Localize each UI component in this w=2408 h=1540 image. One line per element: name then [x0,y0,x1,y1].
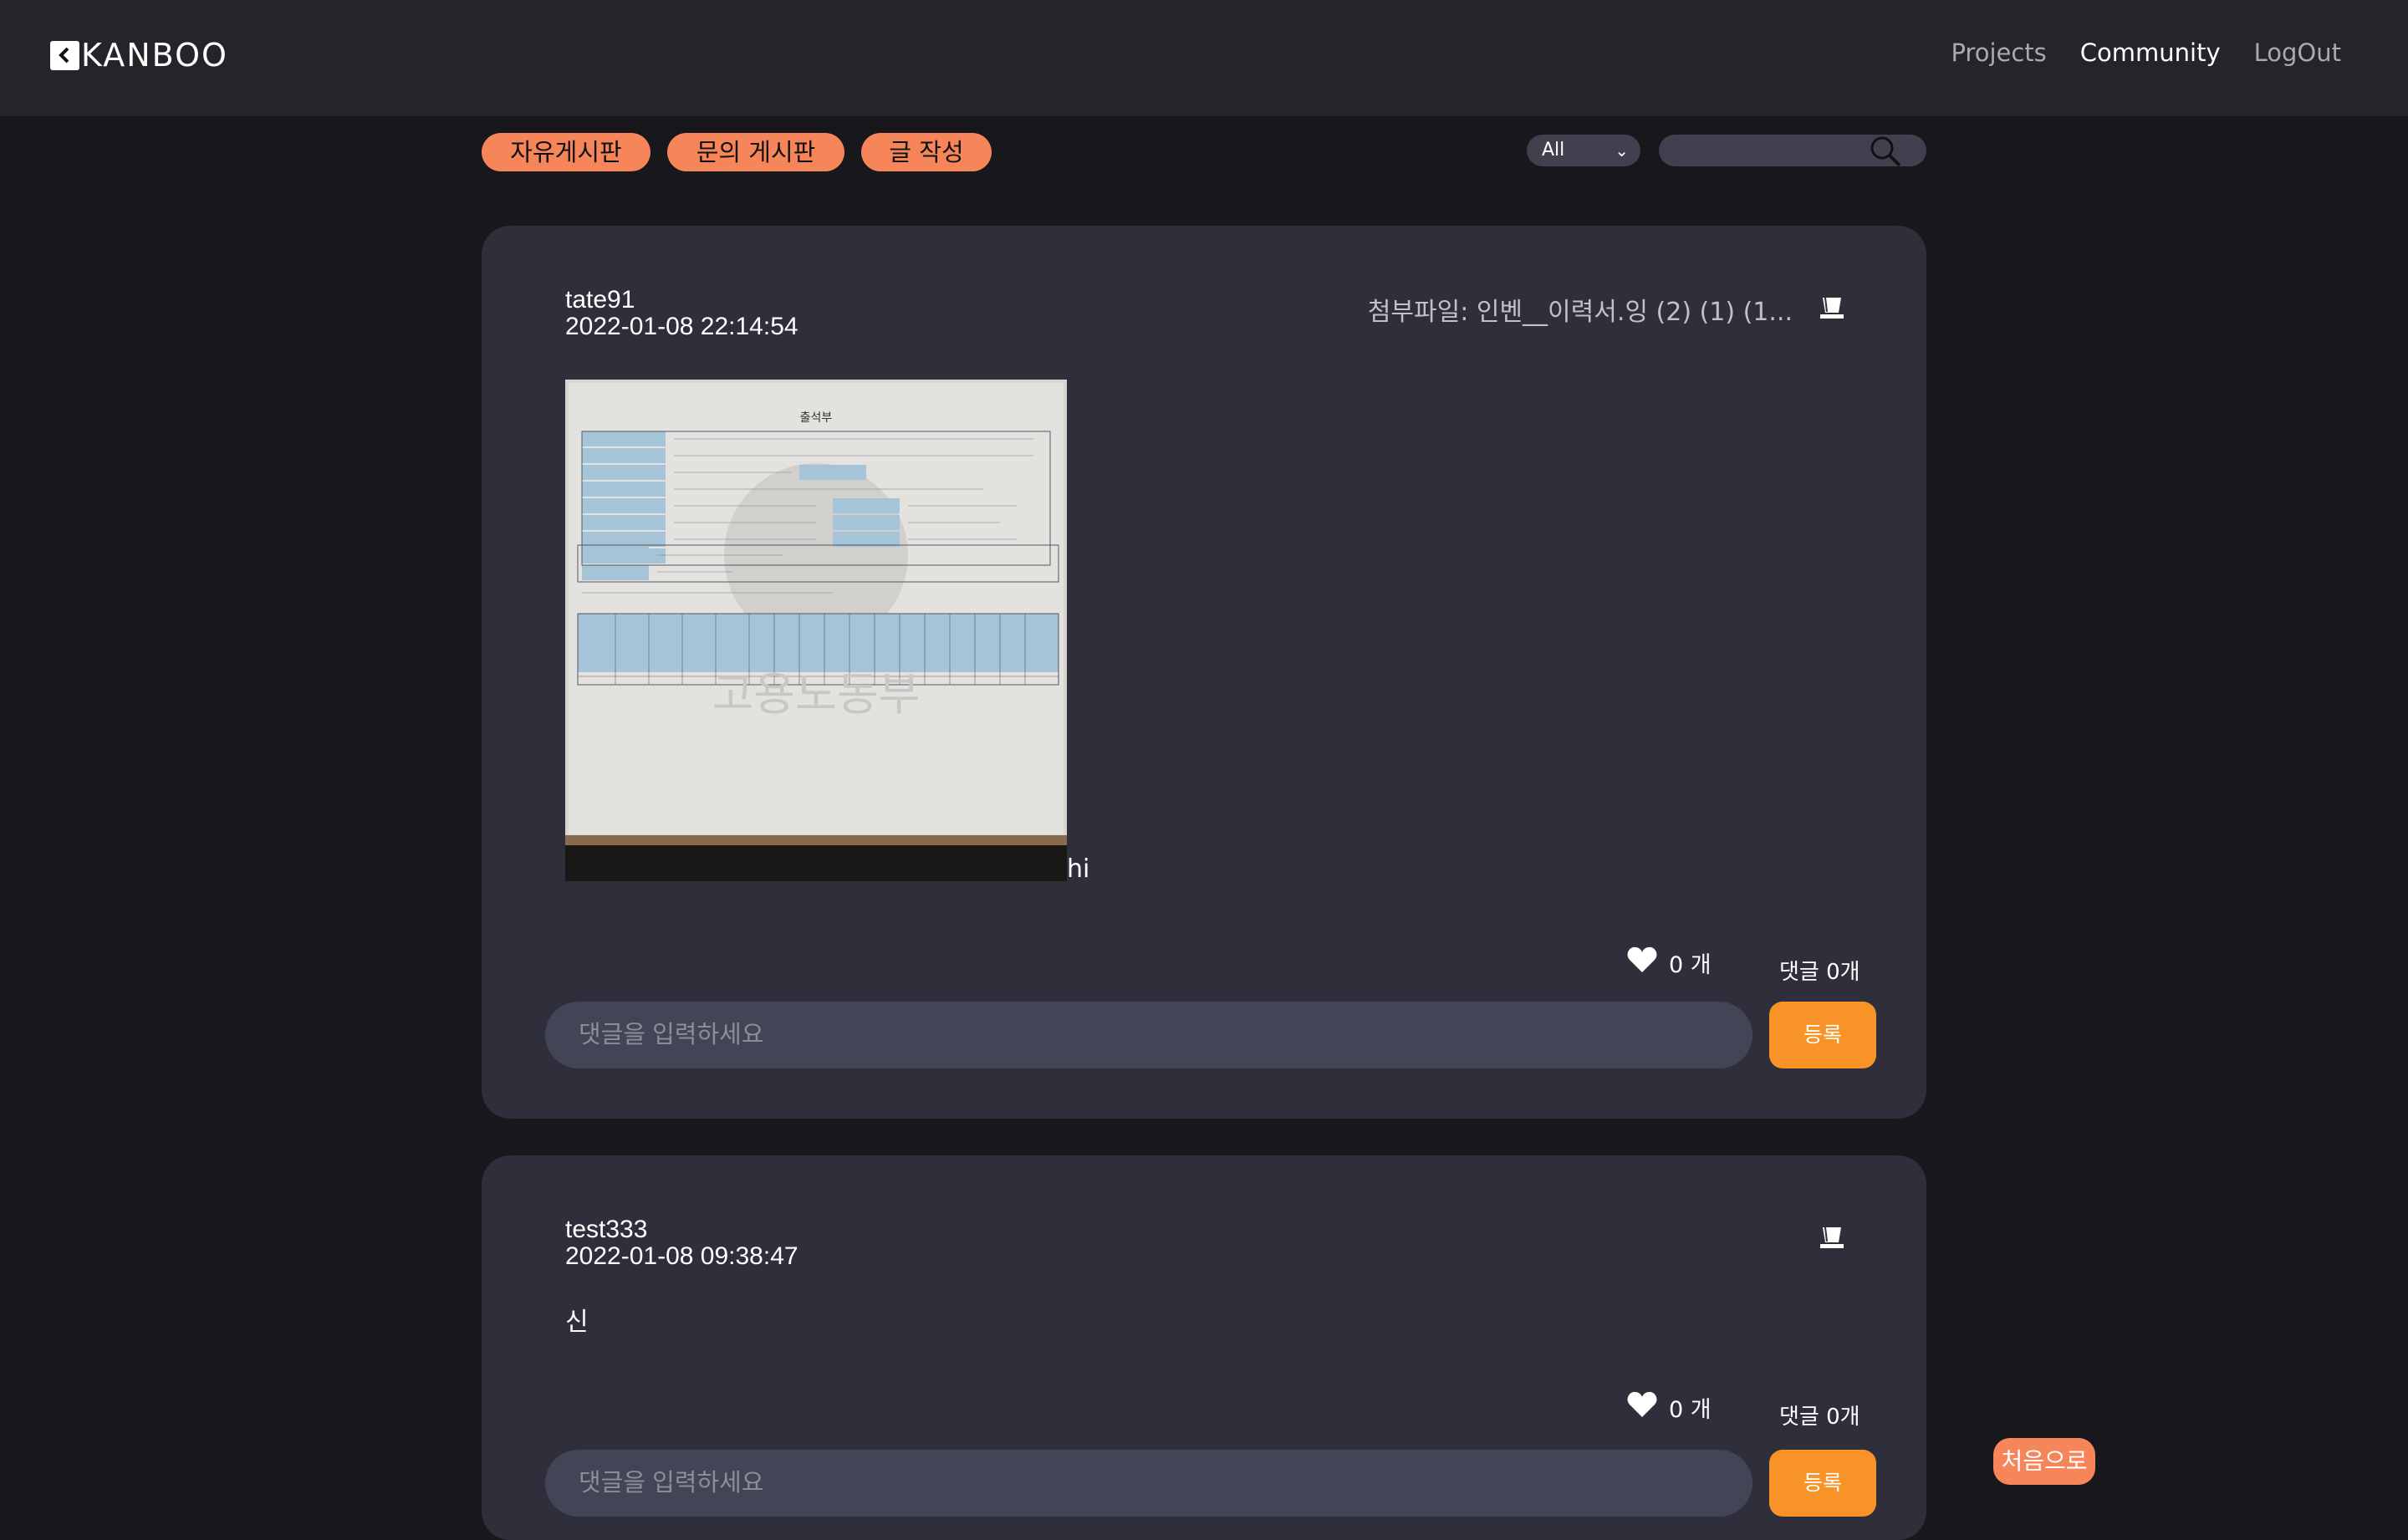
board-toolbar: 자유게시판 문의 게시판 글 작성 All ⌄ [482,133,1926,175]
comment-count: 댓글 0개 [1779,1405,1860,1430]
like-counter: 0 개 [1627,946,1712,979]
qna-board-button[interactable]: 문의 게시판 [667,133,844,171]
nav-community[interactable]: Community [2080,38,2221,67]
nav-logout[interactable]: LogOut [2254,38,2341,67]
post-body: 신 [565,1308,589,1337]
comment-input[interactable] [545,1002,1752,1068]
like-count: 0 개 [1669,1397,1712,1423]
comment-submit-button[interactable]: 등록 [1769,1002,1876,1068]
back-arrow-icon [50,40,79,70]
back-to-top-button[interactable]: 처음으로 [1993,1438,2095,1485]
comment-count: 댓글 0개 [1779,960,1860,985]
doc-watermark: 고용노동부 [712,668,920,721]
post-date: 2022-01-08 09:38:47 [565,1242,798,1270]
free-board-button[interactable]: 자유게시판 [482,133,650,171]
post-card: test333 2022-01-08 09:38:47 신 0 개 댓글 0개 … [482,1155,1926,1540]
logo[interactable]: KANBOO [50,37,228,74]
comment-submit-button[interactable]: 등록 [1769,1450,1876,1517]
brand-name: KANBOO [81,37,228,74]
comment-input[interactable] [545,1450,1752,1517]
filter-select-value: All [1542,140,1565,161]
like-counter: 0 개 [1627,1391,1712,1424]
search-box [1659,135,1926,167]
search-icon[interactable] [1868,135,1905,171]
doc-title: 출석부 [800,411,833,425]
chevron-down-icon: ⌄ [1615,140,1629,161]
heart-icon[interactable] [1627,1391,1657,1424]
heart-icon[interactable] [1627,946,1657,979]
attachment-link[interactable]: 첨부파일: 인벤__이력서.잉 (2) (1) (1... [1368,291,1793,328]
main-nav: Projects Community LogOut [1951,38,2341,67]
post-image[interactable]: 출석부 고용노동부 [565,380,1067,881]
post-date: 2022-01-08 22:14:54 [565,313,798,340]
like-count: 0 개 [1669,952,1712,978]
post-card: tate91 2022-01-08 22:14:54 첨부파일: 인벤__이력서… [482,226,1926,1119]
post-author: test333 [565,1216,648,1243]
post-body: hi [1067,854,1090,884]
trash-icon[interactable] [1818,293,1846,321]
filter-select[interactable]: All ⌄ [1527,135,1640,166]
nav-projects[interactable]: Projects [1951,38,2046,67]
trash-icon[interactable] [1818,1222,1846,1251]
top-navbar: KANBOO Projects Community LogOut [0,0,2408,116]
post-author: tate91 [565,286,635,314]
search-input[interactable] [1672,138,1868,165]
write-post-button[interactable]: 글 작성 [861,133,992,171]
